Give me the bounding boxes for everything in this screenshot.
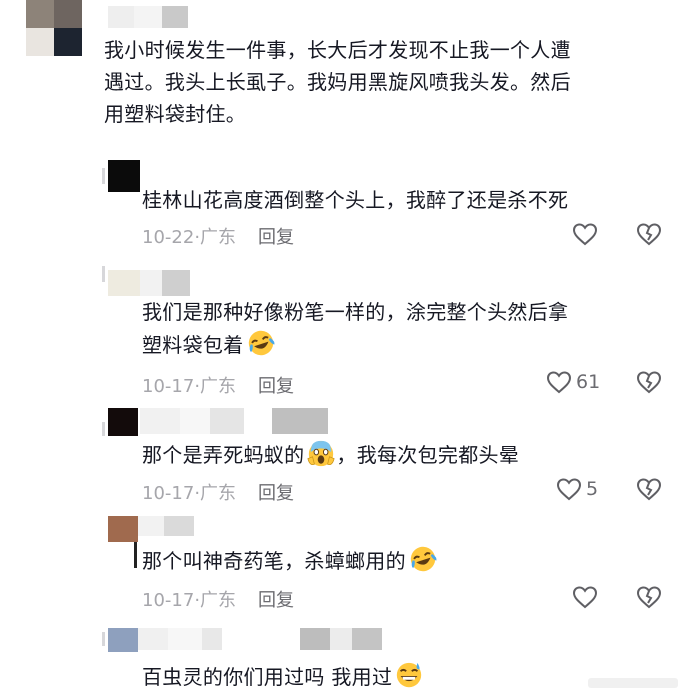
avatar[interactable]: [108, 408, 138, 436]
grin-sweat-emoji-icon: [397, 662, 422, 688]
reply-meta: 10-22·广东 回复: [142, 227, 295, 248]
dislike-button[interactable]: [636, 477, 662, 501]
broken-heart-icon: [636, 586, 662, 609]
screaming-emoji-icon: [307, 440, 335, 467]
heart-outline-icon: [556, 478, 582, 501]
username[interactable]: [108, 6, 188, 28]
reply-button[interactable]: 回复: [258, 483, 294, 504]
like-button[interactable]: 61: [546, 370, 600, 394]
reply-date: 10-17: [142, 590, 195, 611]
laughing-tears-emoji-icon: [248, 330, 274, 356]
username[interactable]: [138, 516, 194, 536]
heart-outline-icon: [546, 371, 572, 394]
like-button[interactable]: [572, 585, 598, 609]
broken-heart-icon: [636, 223, 662, 246]
thread-marker: [102, 168, 105, 184]
thread-marker: [102, 422, 105, 436]
avatar[interactable]: [108, 160, 140, 192]
reply-region: 广东: [200, 227, 237, 248]
broken-heart-icon: [636, 478, 662, 501]
avatar[interactable]: [26, 0, 82, 56]
reply-text: 那个叫神奇药笔，杀蟑螂用的: [142, 544, 438, 577]
avatar[interactable]: [108, 516, 138, 542]
reply-date: 10-17: [142, 483, 195, 504]
reply-text: 桂林山花高度酒倒整个头上，我醉了还是杀不死: [142, 188, 569, 212]
thread-marker: [102, 632, 105, 646]
reply-region: 广东: [200, 483, 237, 504]
avatar[interactable]: [108, 270, 140, 296]
dislike-button[interactable]: [636, 370, 662, 394]
thread-marker: [134, 542, 137, 568]
thread-marker: [102, 266, 105, 282]
like-button[interactable]: [572, 222, 598, 246]
reply-date: 10-22: [142, 227, 195, 248]
main-comment-text: 我小时候发生一件事，长大后才发现不止我一个人遭 遇过。我头上长虱子。我妈用黑旋风…: [104, 38, 571, 126]
reply-region: 广东: [200, 590, 237, 611]
reply-meta: 10-17·广东 回复: [142, 483, 295, 504]
laughing-tears-emoji-icon: [410, 546, 437, 572]
avatar[interactable]: [108, 628, 138, 652]
username[interactable]: [140, 408, 328, 434]
reply-text: 百虫灵的你们用过吗 我用过: [142, 660, 424, 693]
heart-outline-icon: [572, 586, 598, 609]
reply-button[interactable]: 回复: [258, 590, 294, 611]
reply-text: 我们是那种好像粉笔一样的，涂完整个头然后拿 塑料袋包着: [142, 300, 569, 357]
dislike-button[interactable]: [636, 585, 662, 609]
reply-text: 那个是弄死蚂蚁的 ，我每次包完都头晕: [142, 438, 519, 471]
like-button[interactable]: 5: [556, 477, 598, 501]
broken-heart-icon: [636, 371, 662, 394]
reply-region: 广东: [200, 376, 237, 397]
reply-meta: 10-17·广东 回复: [142, 590, 295, 611]
username[interactable]: [140, 270, 190, 296]
username[interactable]: [138, 628, 382, 650]
reply-button[interactable]: 回复: [258, 376, 294, 397]
like-count: 61: [576, 371, 601, 393]
dislike-button[interactable]: [636, 222, 662, 246]
heart-outline-icon: [572, 223, 598, 246]
reply-button[interactable]: 回复: [258, 227, 294, 248]
reply-date: 10-17: [142, 376, 195, 397]
reply-meta: 10-17·广东 回复: [142, 376, 295, 397]
like-count: 5: [586, 478, 599, 500]
watermark: [588, 678, 678, 688]
